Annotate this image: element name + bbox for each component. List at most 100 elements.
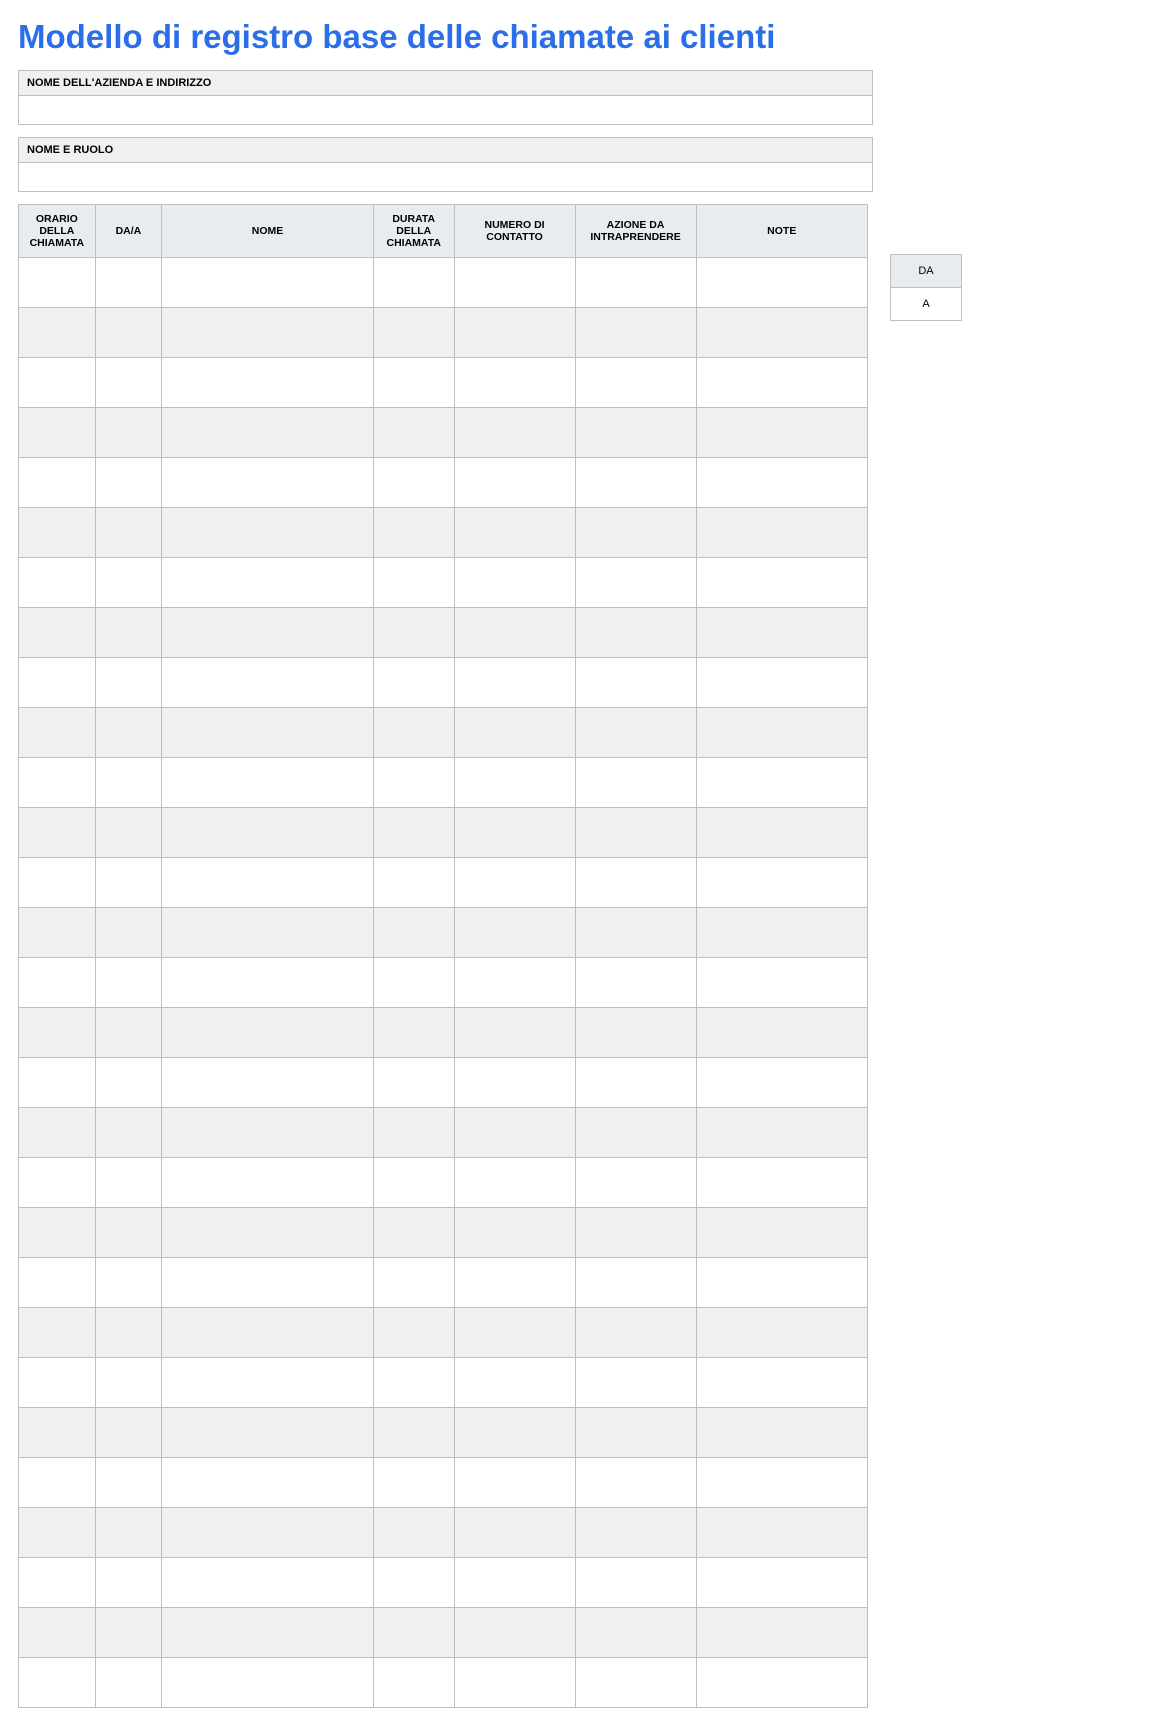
cell-action[interactable]: [575, 1058, 696, 1108]
cell-contact[interactable]: [454, 1208, 575, 1258]
cell-name[interactable]: [162, 1358, 374, 1408]
cell-note[interactable]: [696, 1458, 867, 1508]
cell-time[interactable]: [19, 1658, 96, 1708]
cell-daa[interactable]: [95, 1358, 162, 1408]
cell-dur[interactable]: [373, 1208, 454, 1258]
cell-action[interactable]: [575, 458, 696, 508]
cell-daa[interactable]: [95, 958, 162, 1008]
cell-time[interactable]: [19, 458, 96, 508]
cell-contact[interactable]: [454, 958, 575, 1008]
cell-note[interactable]: [696, 1058, 867, 1108]
cell-name[interactable]: [162, 708, 374, 758]
cell-dur[interactable]: [373, 608, 454, 658]
cell-note[interactable]: [696, 1208, 867, 1258]
cell-dur[interactable]: [373, 858, 454, 908]
cell-name[interactable]: [162, 858, 374, 908]
cell-daa[interactable]: [95, 408, 162, 458]
cell-name[interactable]: [162, 808, 374, 858]
cell-dur[interactable]: [373, 1258, 454, 1308]
cell-contact[interactable]: [454, 558, 575, 608]
cell-note[interactable]: [696, 258, 867, 308]
cell-time[interactable]: [19, 1458, 96, 1508]
cell-daa[interactable]: [95, 558, 162, 608]
cell-daa[interactable]: [95, 658, 162, 708]
cell-action[interactable]: [575, 358, 696, 408]
cell-time[interactable]: [19, 1108, 96, 1158]
cell-action[interactable]: [575, 958, 696, 1008]
cell-action[interactable]: [575, 308, 696, 358]
cell-daa[interactable]: [95, 708, 162, 758]
cell-time[interactable]: [19, 1558, 96, 1608]
cell-daa[interactable]: [95, 1058, 162, 1108]
cell-action[interactable]: [575, 1658, 696, 1708]
cell-contact[interactable]: [454, 1508, 575, 1558]
cell-action[interactable]: [575, 1508, 696, 1558]
cell-name[interactable]: [162, 1008, 374, 1058]
cell-contact[interactable]: [454, 858, 575, 908]
cell-name[interactable]: [162, 758, 374, 808]
cell-contact[interactable]: [454, 1458, 575, 1508]
cell-daa[interactable]: [95, 1308, 162, 1358]
cell-time[interactable]: [19, 908, 96, 958]
cell-action[interactable]: [575, 1458, 696, 1508]
cell-contact[interactable]: [454, 1258, 575, 1308]
cell-daa[interactable]: [95, 758, 162, 808]
cell-contact[interactable]: [454, 608, 575, 658]
cell-name[interactable]: [162, 1608, 374, 1658]
cell-dur[interactable]: [373, 308, 454, 358]
cell-contact[interactable]: [454, 258, 575, 308]
cell-dur[interactable]: [373, 1058, 454, 1108]
cell-dur[interactable]: [373, 558, 454, 608]
cell-name[interactable]: [162, 1058, 374, 1108]
cell-action[interactable]: [575, 1258, 696, 1308]
cell-daa[interactable]: [95, 1008, 162, 1058]
cell-daa[interactable]: [95, 458, 162, 508]
cell-time[interactable]: [19, 1408, 96, 1458]
cell-name[interactable]: [162, 1558, 374, 1608]
cell-dur[interactable]: [373, 908, 454, 958]
cell-time[interactable]: [19, 1008, 96, 1058]
cell-time[interactable]: [19, 708, 96, 758]
cell-note[interactable]: [696, 508, 867, 558]
cell-time[interactable]: [19, 408, 96, 458]
cell-note[interactable]: [696, 1108, 867, 1158]
cell-action[interactable]: [575, 1008, 696, 1058]
cell-contact[interactable]: [454, 708, 575, 758]
cell-name[interactable]: [162, 1258, 374, 1308]
cell-dur[interactable]: [373, 1158, 454, 1208]
cell-dur[interactable]: [373, 1358, 454, 1408]
cell-action[interactable]: [575, 1558, 696, 1608]
cell-daa[interactable]: [95, 358, 162, 408]
cell-contact[interactable]: [454, 508, 575, 558]
cell-action[interactable]: [575, 908, 696, 958]
cell-contact[interactable]: [454, 1608, 575, 1658]
cell-contact[interactable]: [454, 908, 575, 958]
cell-contact[interactable]: [454, 458, 575, 508]
cell-action[interactable]: [575, 1408, 696, 1458]
cell-daa[interactable]: [95, 1608, 162, 1658]
cell-action[interactable]: [575, 1208, 696, 1258]
cell-dur[interactable]: [373, 1308, 454, 1358]
cell-note[interactable]: [696, 558, 867, 608]
cell-name[interactable]: [162, 1108, 374, 1158]
cell-name[interactable]: [162, 908, 374, 958]
cell-daa[interactable]: [95, 858, 162, 908]
cell-action[interactable]: [575, 1358, 696, 1408]
cell-daa[interactable]: [95, 808, 162, 858]
cell-daa[interactable]: [95, 1208, 162, 1258]
cell-dur[interactable]: [373, 358, 454, 408]
cell-dur[interactable]: [373, 1558, 454, 1608]
cell-dur[interactable]: [373, 458, 454, 508]
cell-note[interactable]: [696, 958, 867, 1008]
cell-time[interactable]: [19, 1308, 96, 1358]
cell-note[interactable]: [696, 658, 867, 708]
cell-name[interactable]: [162, 1508, 374, 1558]
cell-contact[interactable]: [454, 408, 575, 458]
cell-daa[interactable]: [95, 308, 162, 358]
cell-contact[interactable]: [454, 1308, 575, 1358]
cell-action[interactable]: [575, 558, 696, 608]
cell-note[interactable]: [696, 908, 867, 958]
cell-note[interactable]: [696, 458, 867, 508]
cell-name[interactable]: [162, 1158, 374, 1208]
cell-dur[interactable]: [373, 408, 454, 458]
